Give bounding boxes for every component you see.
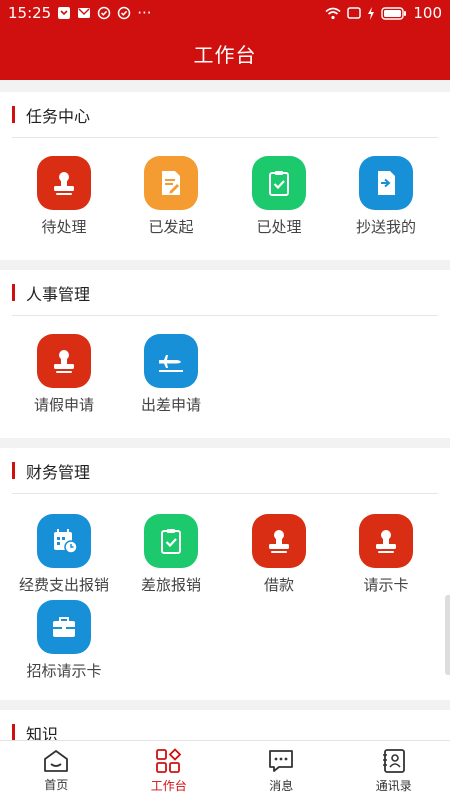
section-header: 任务中心: [12, 92, 438, 138]
item-label: 借款: [263, 576, 294, 594]
status-bar: 15:25 ··· 100: [0, 0, 450, 26]
section-title: 任务中心: [26, 106, 91, 126]
item-label: 出差申请: [140, 396, 201, 414]
item-label: 经费支出报销: [18, 576, 109, 594]
message-icon: [269, 749, 294, 772]
section-title: 知识: [26, 724, 59, 741]
item-label: 差旅报销: [140, 576, 201, 594]
item-initiated[interactable]: 已发起: [115, 156, 227, 237]
more-icon: ···: [137, 4, 152, 22]
section-accent-bar: [12, 284, 15, 301]
document-edit-icon: [144, 156, 198, 210]
tab-label: 工作台: [150, 778, 187, 793]
section-header: 财务管理: [12, 448, 438, 494]
screen-icon: [347, 7, 362, 19]
tab-home[interactable]: 首页: [0, 741, 113, 800]
stamp-icon: [37, 156, 91, 210]
tab-contacts[interactable]: 通讯录: [338, 741, 450, 800]
item-label: 抄送我的: [355, 218, 416, 236]
item-cc-me[interactable]: 抄送我的: [330, 156, 442, 237]
section-accent-bar: [12, 106, 15, 123]
section-accent-bar: [12, 724, 15, 740]
mail-icon: [78, 8, 91, 18]
grid-icon: [155, 747, 182, 773]
bottom-tab-bar: 首页 工作台 消息 通讯录: [0, 740, 450, 800]
page-title: 工作台: [193, 42, 257, 67]
section-task-center: 任务中心 待处理 已发起 已处理 抄送我的: [0, 92, 450, 260]
item-label: 招标请示卡: [26, 662, 102, 680]
section-accent-bar: [12, 462, 15, 479]
wifi-icon: [325, 7, 341, 19]
app-header: 工作台: [0, 26, 450, 80]
item-label: 待处理: [41, 218, 87, 236]
item-expense-reimbursement[interactable]: 经费支出报销: [8, 514, 120, 595]
section-title: 人事管理: [26, 284, 91, 304]
clipboard-check-icon: [252, 156, 306, 210]
check-circle-icon: [97, 6, 111, 20]
status-time: 15:25: [8, 4, 52, 22]
calendar-clock-icon: [37, 514, 91, 568]
item-label: 已处理: [256, 218, 302, 236]
item-leave-request[interactable]: 请假申请: [8, 334, 120, 415]
briefcase-icon: [37, 600, 91, 654]
clipboard-check-icon: [144, 514, 198, 568]
tab-label: 消息: [269, 778, 294, 793]
tab-messages[interactable]: 消息: [225, 741, 338, 800]
scroll-handle[interactable]: [445, 595, 450, 675]
section-hr: 人事管理 请假申请 出差申请: [0, 270, 450, 438]
charging-icon: [368, 6, 375, 20]
workbench-content[interactable]: 任务中心 待处理 已发起 已处理 抄送我的 人事管理 请假申请 出差申请 财务管…: [0, 80, 450, 740]
stamp-icon: [37, 334, 91, 388]
item-processed[interactable]: 已处理: [223, 156, 335, 237]
item-loan[interactable]: 借款: [223, 514, 335, 595]
check-circle-icon: [117, 6, 131, 20]
item-label: 请示卡: [363, 576, 409, 594]
contacts-icon: [382, 748, 405, 773]
section-header: 知识: [12, 710, 438, 740]
item-label: 已发起: [148, 218, 194, 236]
shield-icon: [58, 7, 71, 19]
section-header: 人事管理: [12, 270, 438, 316]
tab-label: 通讯录: [375, 778, 412, 793]
home-icon: [44, 749, 69, 772]
battery-icon: [381, 6, 407, 20]
tab-workbench[interactable]: 工作台: [113, 741, 226, 800]
tab-label: 首页: [44, 777, 69, 792]
section-title: 财务管理: [26, 462, 91, 482]
item-business-trip[interactable]: 出差申请: [115, 334, 227, 415]
stamp-icon: [359, 514, 413, 568]
airplane-icon: [144, 334, 198, 388]
section-finance: 财务管理 经费支出报销 差旅报销 借款 请示卡 招标请示卡: [0, 448, 450, 700]
battery-level: 100: [413, 4, 442, 22]
item-travel-reimbursement[interactable]: 差旅报销: [115, 514, 227, 595]
item-bidding-request-card[interactable]: 招标请示卡: [8, 600, 120, 681]
item-label: 请假申请: [33, 396, 94, 414]
item-request-card[interactable]: 请示卡: [330, 514, 442, 595]
stamp-icon: [252, 514, 306, 568]
item-pending[interactable]: 待处理: [8, 156, 120, 237]
document-forward-icon: [359, 156, 413, 210]
section-knowledge: 知识: [0, 710, 450, 740]
